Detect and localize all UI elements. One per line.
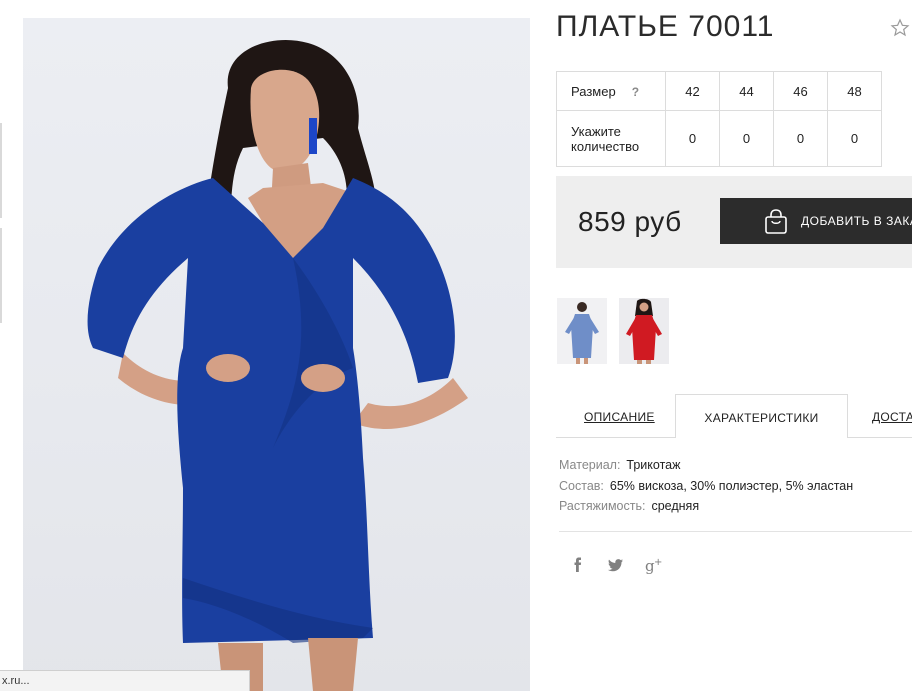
product-title: ПЛАТЬЕ 70011 [556, 10, 775, 43]
star-icon[interactable] [890, 18, 910, 38]
attribute-key: Растяжимость: [559, 499, 646, 513]
thumbnail-red[interactable] [619, 298, 669, 364]
status-url: x.ru... [2, 675, 30, 687]
tab-delivery[interactable]: ДОСТАВКА [872, 394, 912, 438]
size-option[interactable]: 44 [719, 71, 774, 111]
attribute-row: Состав: 65% вискоза, 30% полиэстер, 5% эл… [559, 479, 853, 493]
attribute-key: Материал: [559, 458, 621, 472]
product-tabs: ОПИСАНИЕ ХАРАКТЕРИСТИКИ ДОСТАВКА [556, 394, 912, 438]
tab-description[interactable]: ОПИСАНИЕ [584, 394, 655, 438]
quantity-row: Укажите количество 0 0 0 0 [556, 110, 882, 167]
quantity-input[interactable]: 0 [773, 110, 828, 167]
product-main-image[interactable] [23, 18, 530, 691]
quantity-label-line1: Укажите [571, 123, 621, 139]
size-option[interactable]: 46 [773, 71, 828, 111]
quantity-label-line2: количество [571, 138, 640, 154]
add-to-cart-button[interactable]: ДОБАВИТЬ В ЗАКАЗ [720, 198, 912, 244]
size-label: Размер [571, 83, 616, 99]
quantity-input[interactable]: 0 [665, 110, 720, 167]
tab-characteristics[interactable]: ХАРАКТЕРИСТИКИ [675, 394, 848, 438]
thumb-rail-edge [0, 123, 2, 218]
thumb-rail-edge [0, 228, 2, 323]
quantity-label-cell: Укажите количество [556, 110, 666, 167]
product-price: 859 руб [578, 206, 682, 237]
size-label-cell: Размер? [556, 71, 666, 111]
browser-status-bar: x.ru... [0, 670, 250, 691]
attribute-value: Трикотаж [626, 458, 681, 472]
divider [559, 531, 912, 532]
size-help-icon[interactable]: ? [632, 85, 639, 99]
attribute-value: 65% вискоза, 30% полиэстер, 5% эластан [609, 479, 854, 493]
shopping-bag-icon [765, 209, 787, 234]
active-tab-gap [676, 437, 847, 438]
size-table: Размер? 42 44 46 48 Укажите количество 0… [556, 71, 882, 167]
add-to-cart-label: ДОБАВИТЬ В ЗАКАЗ [801, 214, 912, 228]
attribute-row: Растяжимость: средняя [559, 499, 699, 513]
thumbnail-blue[interactable] [557, 298, 607, 364]
twitter-icon[interactable] [606, 555, 626, 575]
attribute-row: Материал: Трикотаж [559, 458, 680, 472]
thumbnail-blue-image [565, 302, 599, 364]
quantity-input[interactable]: 0 [827, 110, 882, 167]
thumbnail-red-image [626, 298, 662, 364]
size-option[interactable]: 42 [665, 71, 720, 111]
facebook-icon[interactable] [568, 555, 588, 575]
attribute-key: Состав: [559, 479, 604, 493]
svg-text:+: + [654, 557, 662, 568]
quantity-input[interactable]: 0 [719, 110, 774, 167]
buy-box: 859 руб ДОБАВИТЬ В ЗАКАЗ [556, 176, 912, 268]
google-plus-icon[interactable]: g + [644, 555, 664, 575]
attribute-value: средняя [651, 499, 700, 513]
size-row: Размер? 42 44 46 48 [556, 71, 882, 111]
size-option[interactable]: 48 [827, 71, 882, 111]
